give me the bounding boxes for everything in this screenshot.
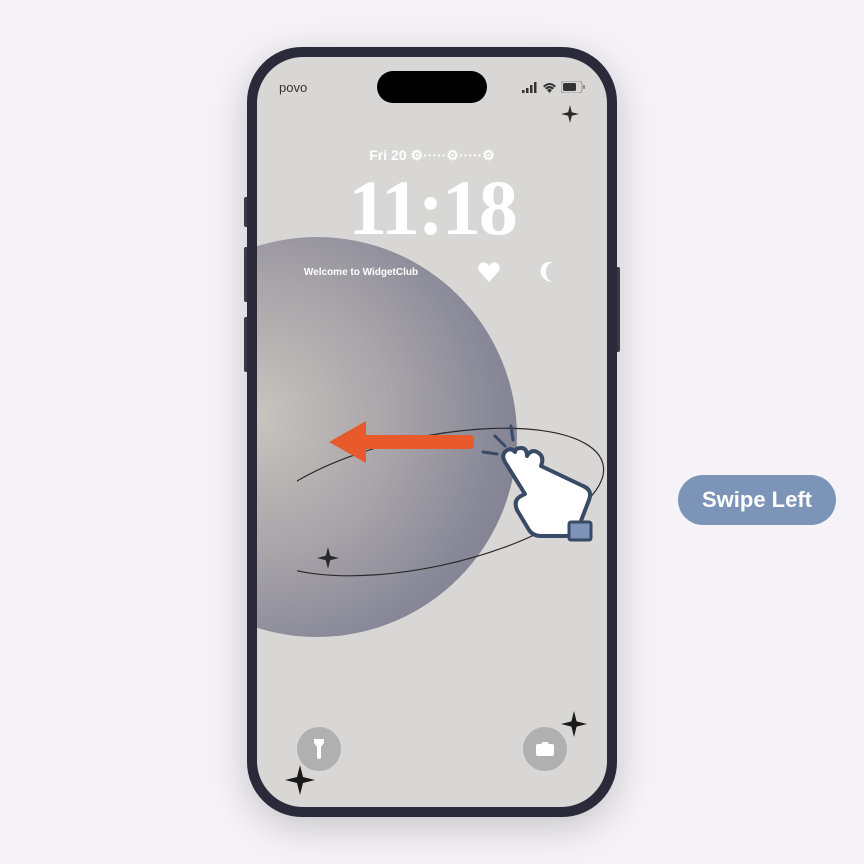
status-icons (522, 81, 585, 93)
flashlight-icon (312, 739, 326, 759)
sparkle-icon (561, 105, 579, 123)
lock-screen[interactable]: povo Fri 20 ⚙·····⚙·····⚙ 11:18 Welcome … (257, 57, 607, 807)
welcome-widget: Welcome to WidgetClub (304, 267, 418, 278)
moon-icon[interactable] (540, 262, 560, 282)
dynamic-island (377, 71, 487, 103)
camera-icon (535, 741, 555, 757)
swipe-instruction-pill: Swipe Left (678, 475, 836, 525)
volume-down-button[interactable] (244, 317, 247, 372)
battery-icon (561, 81, 585, 93)
power-button[interactable] (617, 267, 620, 352)
date-decoration: ⚙·····⚙·····⚙ (407, 147, 495, 163)
widget-row: Welcome to WidgetClub (257, 262, 607, 282)
carrier-label: povo (279, 80, 307, 95)
wallpaper-planet (257, 237, 517, 637)
wifi-icon (542, 82, 557, 93)
lock-time: 11:18 (257, 163, 607, 253)
signal-icon (522, 82, 538, 93)
date-text: Fri 20 (369, 147, 406, 163)
camera-button[interactable] (523, 727, 567, 771)
sparkle-icon (317, 547, 339, 569)
flashlight-button[interactable] (297, 727, 341, 771)
heart-icon[interactable] (478, 262, 500, 282)
lock-date: Fri 20 ⚙·····⚙·····⚙ (257, 147, 607, 164)
lock-actions (257, 727, 607, 771)
phone-frame: povo Fri 20 ⚙·····⚙·····⚙ 11:18 Welcome … (247, 47, 617, 817)
mute-switch[interactable] (244, 197, 247, 227)
volume-up-button[interactable] (244, 247, 247, 302)
